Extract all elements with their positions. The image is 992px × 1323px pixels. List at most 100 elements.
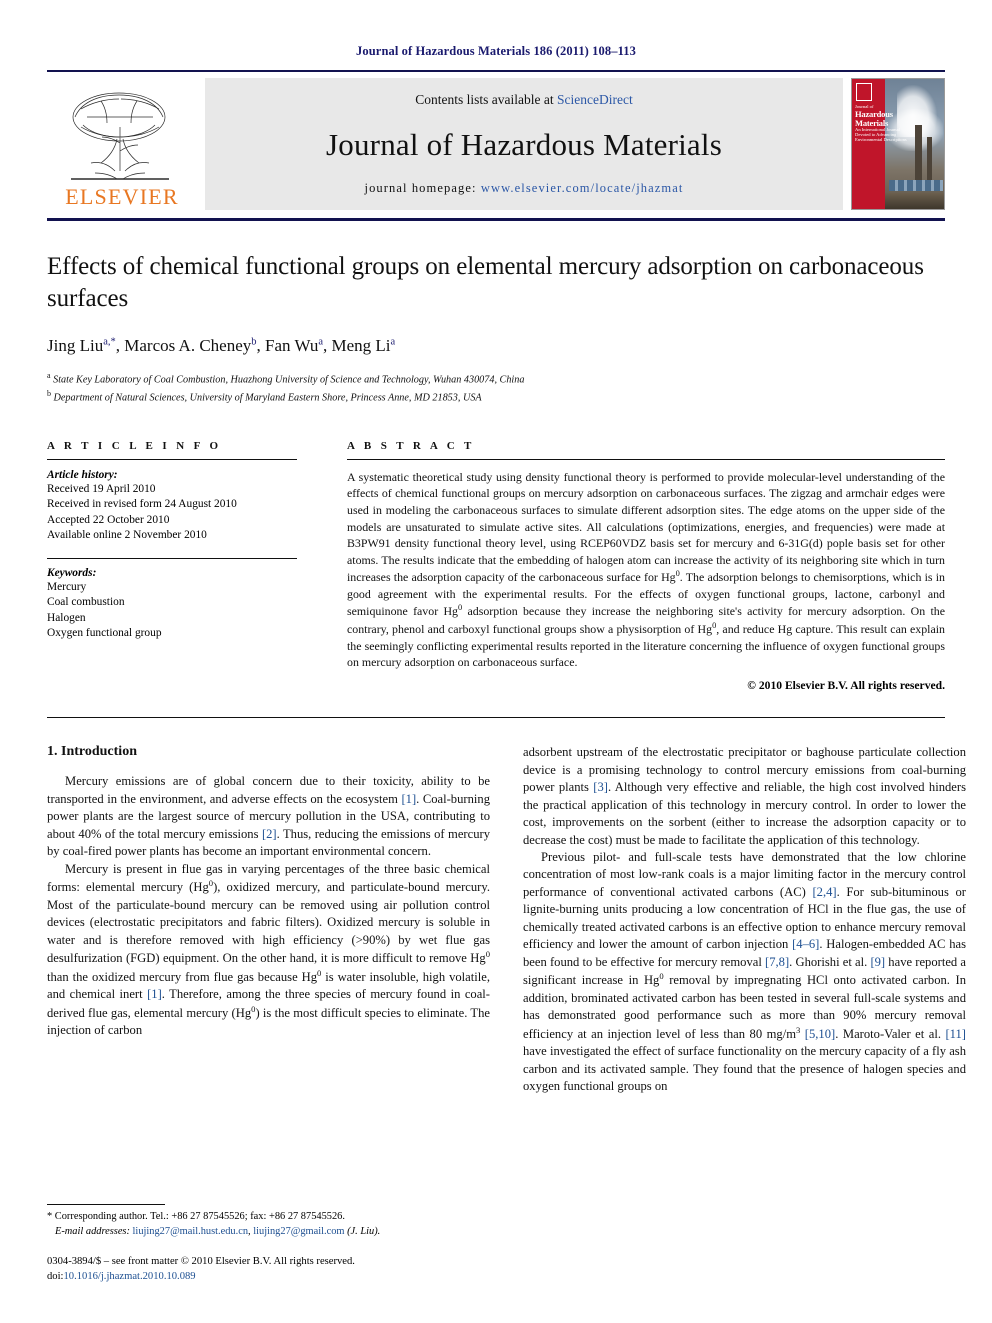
smokestack-icon [915, 125, 922, 183]
journal-cover-thumbnail: Journal of Hazardous Materials An Intern… [851, 78, 945, 210]
footnote-area: * Corresponding author. Tel.: +86 27 875… [47, 1204, 490, 1284]
cover-title-text: Journal of Hazardous Materials An Intern… [855, 104, 915, 143]
journal-homepage-line: journal homepage: www.elsevier.com/locat… [365, 181, 684, 196]
doi-line: doi:10.1016/j.jhazmat.2010.10.089 [47, 1270, 490, 1285]
cover-ground [885, 193, 944, 209]
article-info-heading: A R T I C L E I N F O [47, 439, 222, 452]
article-info-rule [47, 458, 297, 460]
cover-photo [885, 79, 944, 209]
author-name: Jing Liu [47, 336, 104, 355]
paragraph-text: than the oxidized mercury from flue gas … [47, 969, 317, 984]
history-item: Available online 2 November 2010 [47, 529, 207, 542]
email-link[interactable]: liujing27@gmail.com [253, 1226, 344, 1237]
elsevier-logo: ELSEVIER [47, 78, 197, 210]
author-name: Marcos A. Cheney [124, 336, 252, 355]
journal-title: Journal of Hazardous Materials [326, 126, 722, 162]
keyword-item: Halogen [47, 611, 86, 624]
citation-link[interactable]: [11] [945, 1027, 966, 1041]
superscript: 0 [485, 948, 490, 959]
citation-link[interactable]: [5,10] [805, 1027, 835, 1041]
doi-link[interactable]: 10.1016/j.jhazmat.2010.10.089 [63, 1271, 195, 1282]
abstract-body: A systematic theoretical study using den… [347, 469, 945, 671]
abstract-part: A systematic theoretical study using den… [347, 469, 945, 585]
abstract-bottom-rule [47, 717, 945, 719]
masthead-center-band: Contents lists available at ScienceDirec… [205, 78, 843, 210]
affiliation-mark: b [47, 388, 51, 398]
doi-label: doi: [47, 1270, 64, 1282]
paragraph-text: . Maroto-Valer et al. [835, 1026, 946, 1041]
title-block: Effects of chemical functional groups on… [47, 221, 945, 406]
issn-line: 0304-3894/$ – see front matter © 2010 El… [47, 1255, 355, 1267]
author-name: Meng Li [331, 336, 391, 355]
abstract-heading: A B S T R A C T [347, 439, 475, 452]
affiliation: b Department of Natural Sciences, Univer… [47, 388, 945, 406]
homepage-url-link[interactable]: www.elsevier.com/locate/jhazmat [481, 181, 684, 195]
citation-link[interactable]: [2,4] [812, 885, 836, 899]
keyword-item: Coal combustion [47, 596, 125, 609]
citation-link[interactable]: [9] [870, 955, 885, 969]
author-marks[interactable]: a,* [103, 336, 116, 347]
citation-link[interactable]: [1] [401, 792, 416, 806]
page-title: Effects of chemical functional groups on… [47, 253, 924, 312]
history-item: Received in revised form 24 August 2010 [47, 498, 237, 511]
keywords-title: Keywords: [47, 566, 97, 579]
sciencedirect-link[interactable]: ScienceDirect [557, 92, 633, 107]
abstract-rule [347, 458, 945, 460]
citation-link[interactable]: [1] [147, 987, 162, 1001]
article-history-title: Article history: [47, 468, 118, 481]
author-name: Fan Wu [265, 336, 319, 355]
email-note: E-mail addresses: liujing27@mail.hust.ed… [47, 1225, 490, 1239]
cover-sub-2: Environmental Descriptions [855, 137, 907, 143]
running-head: Journal of Hazardous Materials 186 (2011… [356, 44, 636, 58]
keyword-item: Oxygen functional group [47, 627, 162, 640]
affiliation: a State Key Laboratory of Coal Combustio… [47, 370, 945, 388]
info-abstract-region: A R T I C L E I N F O Article history: R… [47, 440, 945, 704]
abstract-column: A B S T R A C T A systematic theoretical… [347, 440, 945, 704]
email-label: E-mail addresses: [55, 1225, 130, 1237]
affiliation-text: State Key Laboratory of Coal Combustion,… [53, 374, 525, 386]
smokestack-secondary-icon [927, 137, 932, 183]
citation-link[interactable]: [3] [593, 780, 608, 794]
issn-doi-block: 0304-3894/$ – see front matter © 2010 El… [47, 1255, 490, 1285]
paragraph: Mercury is present in flue gas in varyin… [47, 861, 490, 1040]
paragraph-text: . Ghorishi et al. [789, 954, 871, 969]
article-info-column: A R T I C L E I N F O Article history: R… [47, 440, 297, 704]
keywords-block: Keywords: Mercury Coal combustion Haloge… [47, 557, 297, 642]
header-rule [47, 70, 945, 72]
body-column-left: 1. Introduction Mercury emissions are of… [47, 744, 490, 1284]
cover-elsevier-mark-icon [856, 83, 872, 101]
paragraph: Mercury emissions are of global concern … [47, 773, 490, 860]
body-column-right: adsorbent upstream of the electrostatic … [523, 744, 966, 1284]
citation-link[interactable]: [2] [262, 827, 277, 841]
elsevier-tree-icon [61, 87, 183, 185]
keyword-item: Mercury [47, 580, 87, 593]
author-marks[interactable]: a [318, 336, 323, 347]
paragraph-text: have investigated the effect of surface … [523, 1044, 966, 1094]
author-marks[interactable]: a [391, 336, 396, 347]
citation-link[interactable]: [7,8] [765, 955, 789, 969]
paragraph: Previous pilot- and full-scale tests hav… [523, 849, 966, 1096]
citation-link[interactable]: [4–6] [792, 937, 819, 951]
contents-available-line: Contents lists available at ScienceDirec… [415, 92, 632, 108]
abstract-copyright: © 2010 Elsevier B.V. All rights reserved… [747, 678, 945, 692]
email-link[interactable]: liujing27@mail.hust.edu.cn [133, 1226, 248, 1237]
journal-masthead: ELSEVIER Contents lists available at Sci… [47, 78, 945, 210]
affiliation-text: Department of Natural Sciences, Universi… [53, 392, 482, 404]
industrial-tanks [889, 180, 943, 191]
keywords-rule [47, 557, 297, 559]
homepage-label: journal homepage: [364, 181, 477, 195]
footnote-rule [47, 1204, 165, 1206]
contents-prefix: Contents lists available at [415, 92, 554, 107]
affiliation-mark: a [47, 371, 51, 380]
history-item: Accepted 22 October 2010 [47, 513, 170, 526]
email-suffix: (J. Liu). [344, 1225, 381, 1237]
paragraph: adsorbent upstream of the electrostatic … [523, 744, 966, 849]
body-columns: 1. Introduction Mercury emissions are of… [47, 744, 966, 1284]
author-list: Jing Liua,*, Marcos A. Cheneyb, Fan Wua,… [47, 336, 396, 355]
elsevier-wordmark: ELSEVIER [65, 184, 179, 209]
author-marks[interactable]: b [251, 336, 256, 347]
history-item: Received 19 April 2010 [47, 482, 156, 495]
paper-page: Journal of Hazardous Materials 186 (2011… [0, 0, 992, 1323]
section-heading-introduction: 1. Introduction [47, 744, 137, 760]
corresponding-author-note: * Corresponding author. Tel.: +86 27 875… [47, 1211, 345, 1223]
